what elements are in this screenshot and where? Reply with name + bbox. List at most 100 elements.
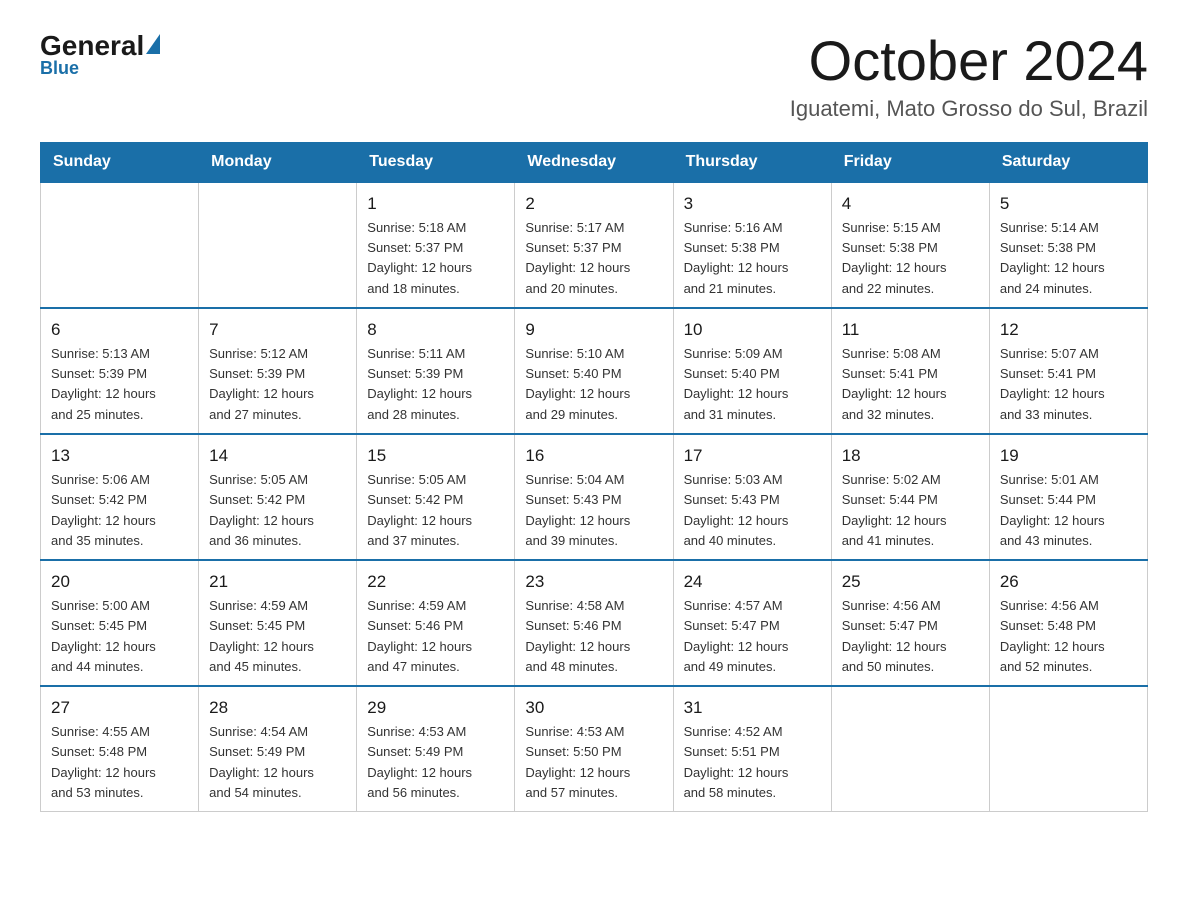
day-info: Sunrise: 4:53 AM Sunset: 5:49 PM Dayligh… (367, 722, 504, 803)
calendar-cell: 4Sunrise: 5:15 AM Sunset: 5:38 PM Daylig… (831, 182, 989, 308)
day-info: Sunrise: 5:09 AM Sunset: 5:40 PM Dayligh… (684, 344, 821, 425)
calendar-cell: 5Sunrise: 5:14 AM Sunset: 5:38 PM Daylig… (989, 182, 1147, 308)
calendar-cell: 20Sunrise: 5:00 AM Sunset: 5:45 PM Dayli… (41, 560, 199, 686)
calendar-cell: 28Sunrise: 4:54 AM Sunset: 5:49 PM Dayli… (199, 686, 357, 812)
day-number: 29 (367, 695, 504, 721)
day-info: Sunrise: 5:05 AM Sunset: 5:42 PM Dayligh… (367, 470, 504, 551)
calendar-cell (41, 182, 199, 308)
calendar-cell (199, 182, 357, 308)
day-number: 11 (842, 317, 979, 343)
calendar-cell: 6Sunrise: 5:13 AM Sunset: 5:39 PM Daylig… (41, 308, 199, 434)
calendar-week-row: 27Sunrise: 4:55 AM Sunset: 5:48 PM Dayli… (41, 686, 1148, 812)
calendar-cell: 26Sunrise: 4:56 AM Sunset: 5:48 PM Dayli… (989, 560, 1147, 686)
calendar-cell: 8Sunrise: 5:11 AM Sunset: 5:39 PM Daylig… (357, 308, 515, 434)
day-info: Sunrise: 5:04 AM Sunset: 5:43 PM Dayligh… (525, 470, 662, 551)
page-title: October 2024 (790, 30, 1148, 92)
day-info: Sunrise: 5:07 AM Sunset: 5:41 PM Dayligh… (1000, 344, 1137, 425)
calendar-cell: 1Sunrise: 5:18 AM Sunset: 5:37 PM Daylig… (357, 182, 515, 308)
day-info: Sunrise: 5:16 AM Sunset: 5:38 PM Dayligh… (684, 218, 821, 299)
day-info: Sunrise: 5:05 AM Sunset: 5:42 PM Dayligh… (209, 470, 346, 551)
day-number: 16 (525, 443, 662, 469)
header-tuesday: Tuesday (357, 142, 515, 182)
calendar-cell: 22Sunrise: 4:59 AM Sunset: 5:46 PM Dayli… (357, 560, 515, 686)
day-info: Sunrise: 4:56 AM Sunset: 5:48 PM Dayligh… (1000, 596, 1137, 677)
header-sunday: Sunday (41, 142, 199, 182)
day-info: Sunrise: 5:08 AM Sunset: 5:41 PM Dayligh… (842, 344, 979, 425)
day-info: Sunrise: 4:56 AM Sunset: 5:47 PM Dayligh… (842, 596, 979, 677)
calendar-cell: 17Sunrise: 5:03 AM Sunset: 5:43 PM Dayli… (673, 434, 831, 560)
day-info: Sunrise: 4:58 AM Sunset: 5:46 PM Dayligh… (525, 596, 662, 677)
day-number: 22 (367, 569, 504, 595)
day-number: 10 (684, 317, 821, 343)
calendar-cell: 10Sunrise: 5:09 AM Sunset: 5:40 PM Dayli… (673, 308, 831, 434)
day-number: 18 (842, 443, 979, 469)
calendar-cell (831, 686, 989, 812)
calendar-cell: 31Sunrise: 4:52 AM Sunset: 5:51 PM Dayli… (673, 686, 831, 812)
header-wednesday: Wednesday (515, 142, 673, 182)
day-info: Sunrise: 5:14 AM Sunset: 5:38 PM Dayligh… (1000, 218, 1137, 299)
header-monday: Monday (199, 142, 357, 182)
logo-triangle-icon (146, 34, 160, 54)
day-info: Sunrise: 5:10 AM Sunset: 5:40 PM Dayligh… (525, 344, 662, 425)
day-number: 15 (367, 443, 504, 469)
day-info: Sunrise: 4:57 AM Sunset: 5:47 PM Dayligh… (684, 596, 821, 677)
day-info: Sunrise: 5:18 AM Sunset: 5:37 PM Dayligh… (367, 218, 504, 299)
calendar-week-row: 1Sunrise: 5:18 AM Sunset: 5:37 PM Daylig… (41, 182, 1148, 308)
calendar-cell (989, 686, 1147, 812)
day-number: 21 (209, 569, 346, 595)
day-number: 2 (525, 191, 662, 217)
calendar-cell: 29Sunrise: 4:53 AM Sunset: 5:49 PM Dayli… (357, 686, 515, 812)
day-number: 3 (684, 191, 821, 217)
day-number: 9 (525, 317, 662, 343)
calendar-week-row: 20Sunrise: 5:00 AM Sunset: 5:45 PM Dayli… (41, 560, 1148, 686)
calendar-cell: 25Sunrise: 4:56 AM Sunset: 5:47 PM Dayli… (831, 560, 989, 686)
day-info: Sunrise: 5:06 AM Sunset: 5:42 PM Dayligh… (51, 470, 188, 551)
day-number: 1 (367, 191, 504, 217)
day-number: 31 (684, 695, 821, 721)
header-saturday: Saturday (989, 142, 1147, 182)
day-info: Sunrise: 4:59 AM Sunset: 5:45 PM Dayligh… (209, 596, 346, 677)
calendar-cell: 13Sunrise: 5:06 AM Sunset: 5:42 PM Dayli… (41, 434, 199, 560)
day-info: Sunrise: 5:15 AM Sunset: 5:38 PM Dayligh… (842, 218, 979, 299)
calendar-cell: 9Sunrise: 5:10 AM Sunset: 5:40 PM Daylig… (515, 308, 673, 434)
day-info: Sunrise: 4:55 AM Sunset: 5:48 PM Dayligh… (51, 722, 188, 803)
day-info: Sunrise: 5:12 AM Sunset: 5:39 PM Dayligh… (209, 344, 346, 425)
calendar-cell: 12Sunrise: 5:07 AM Sunset: 5:41 PM Dayli… (989, 308, 1147, 434)
day-number: 6 (51, 317, 188, 343)
day-number: 30 (525, 695, 662, 721)
day-info: Sunrise: 5:03 AM Sunset: 5:43 PM Dayligh… (684, 470, 821, 551)
day-info: Sunrise: 5:01 AM Sunset: 5:44 PM Dayligh… (1000, 470, 1137, 551)
day-number: 26 (1000, 569, 1137, 595)
calendar-cell: 21Sunrise: 4:59 AM Sunset: 5:45 PM Dayli… (199, 560, 357, 686)
day-info: Sunrise: 5:00 AM Sunset: 5:45 PM Dayligh… (51, 596, 188, 677)
day-number: 27 (51, 695, 188, 721)
day-number: 19 (1000, 443, 1137, 469)
calendar-cell: 27Sunrise: 4:55 AM Sunset: 5:48 PM Dayli… (41, 686, 199, 812)
day-number: 24 (684, 569, 821, 595)
day-number: 28 (209, 695, 346, 721)
header-thursday: Thursday (673, 142, 831, 182)
calendar-cell: 7Sunrise: 5:12 AM Sunset: 5:39 PM Daylig… (199, 308, 357, 434)
day-number: 20 (51, 569, 188, 595)
logo: General Blue (40, 30, 160, 79)
calendar-header-row: SundayMondayTuesdayWednesdayThursdayFrid… (41, 142, 1148, 182)
title-block: October 2024 Iguatemi, Mato Grosso do Su… (790, 30, 1148, 122)
day-number: 12 (1000, 317, 1137, 343)
calendar-week-row: 13Sunrise: 5:06 AM Sunset: 5:42 PM Dayli… (41, 434, 1148, 560)
day-number: 8 (367, 317, 504, 343)
calendar-cell: 14Sunrise: 5:05 AM Sunset: 5:42 PM Dayli… (199, 434, 357, 560)
day-info: Sunrise: 5:02 AM Sunset: 5:44 PM Dayligh… (842, 470, 979, 551)
calendar-cell: 16Sunrise: 5:04 AM Sunset: 5:43 PM Dayli… (515, 434, 673, 560)
calendar-cell: 23Sunrise: 4:58 AM Sunset: 5:46 PM Dayli… (515, 560, 673, 686)
day-number: 25 (842, 569, 979, 595)
day-info: Sunrise: 4:52 AM Sunset: 5:51 PM Dayligh… (684, 722, 821, 803)
day-number: 23 (525, 569, 662, 595)
day-number: 5 (1000, 191, 1137, 217)
day-number: 7 (209, 317, 346, 343)
calendar-cell: 18Sunrise: 5:02 AM Sunset: 5:44 PM Dayli… (831, 434, 989, 560)
location-subtitle: Iguatemi, Mato Grosso do Sul, Brazil (790, 96, 1148, 122)
day-info: Sunrise: 4:59 AM Sunset: 5:46 PM Dayligh… (367, 596, 504, 677)
calendar-cell: 3Sunrise: 5:16 AM Sunset: 5:38 PM Daylig… (673, 182, 831, 308)
day-info: Sunrise: 4:53 AM Sunset: 5:50 PM Dayligh… (525, 722, 662, 803)
day-info: Sunrise: 5:17 AM Sunset: 5:37 PM Dayligh… (525, 218, 662, 299)
